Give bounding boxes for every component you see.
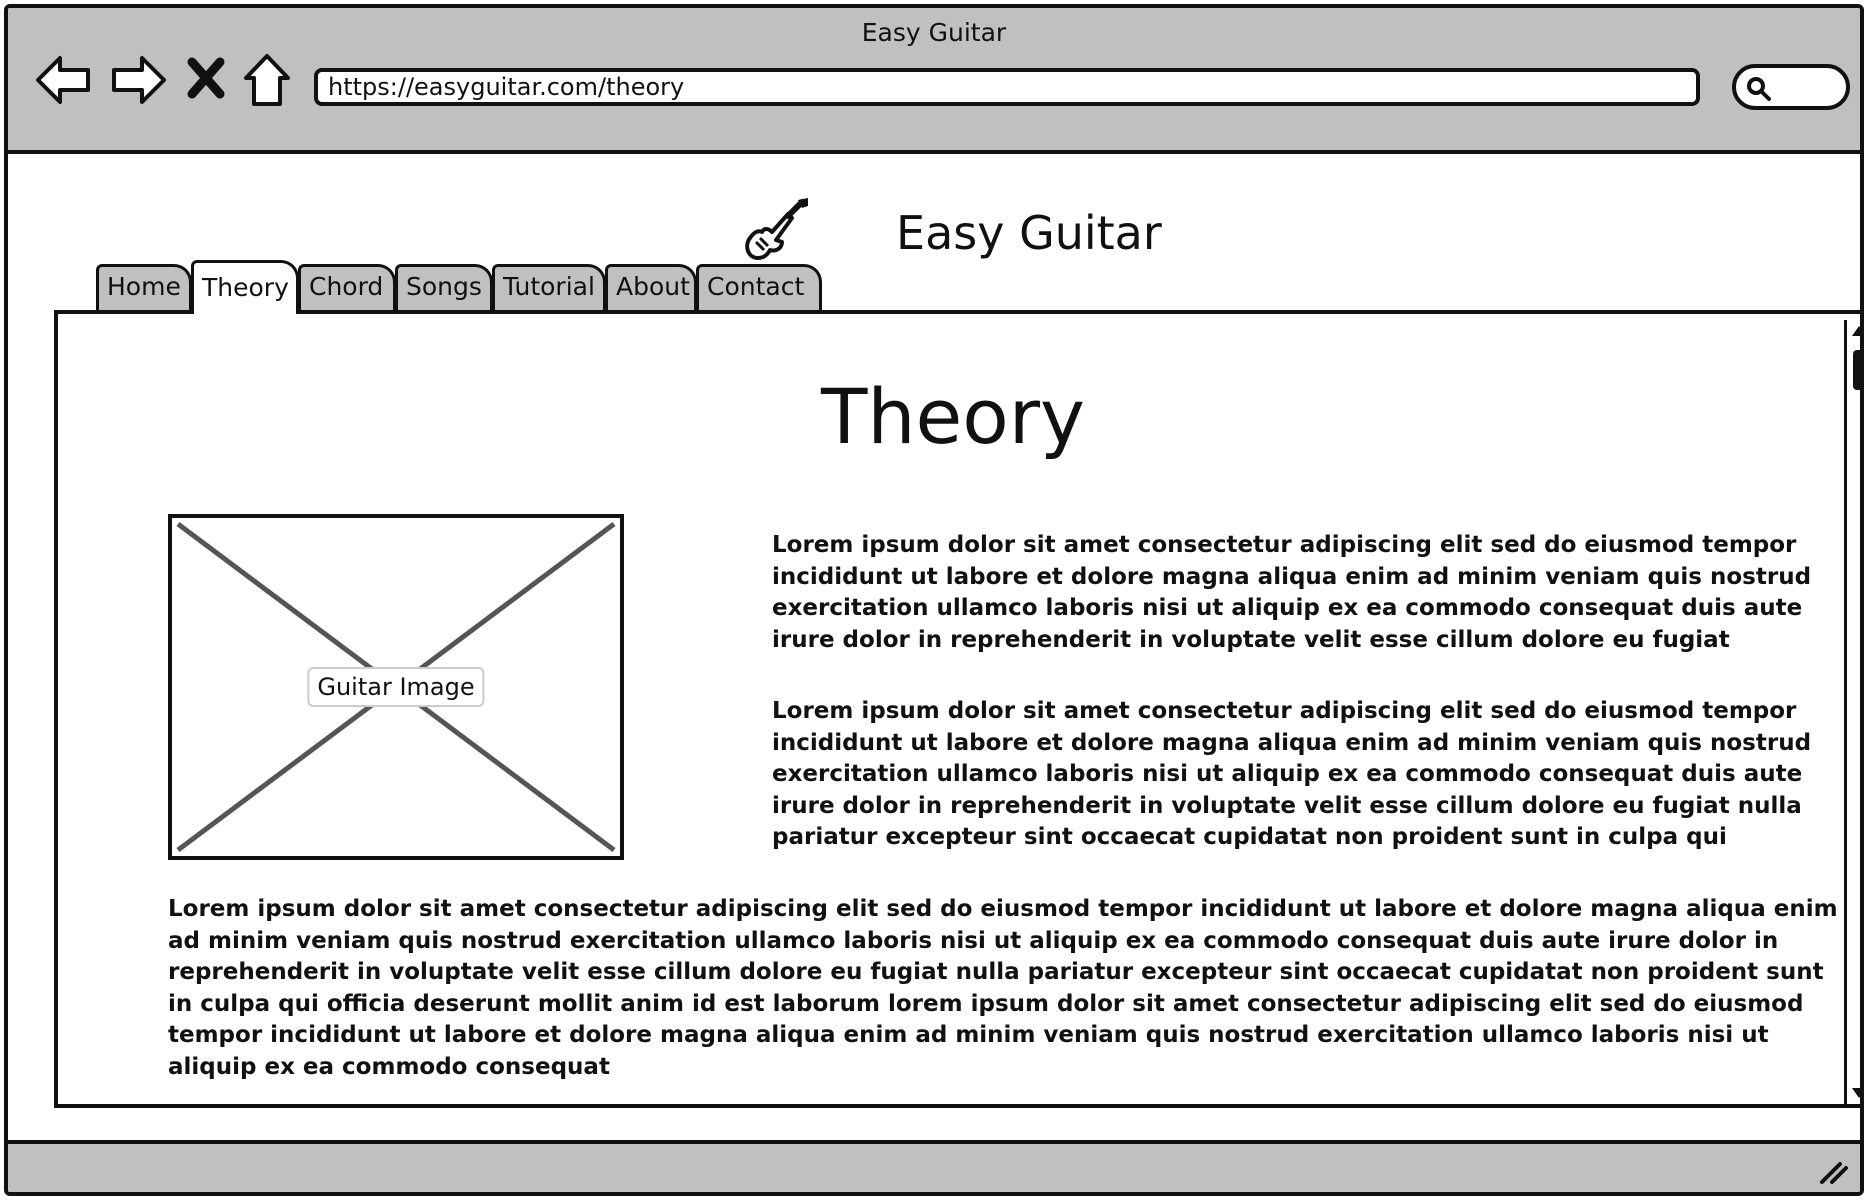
tab-tutorial[interactable]: Tutorial — [492, 264, 606, 310]
browser-chrome: Easy Guitar https://easyguitar.com/theor… — [8, 8, 1860, 154]
page-title: Theory — [820, 372, 1086, 461]
forward-arrow-icon[interactable] — [108, 50, 168, 110]
tab-contact[interactable]: Contact — [696, 264, 822, 310]
resize-grip-icon[interactable] — [1818, 1156, 1850, 1186]
tab-songs[interactable]: Songs — [395, 264, 493, 310]
back-arrow-icon[interactable] — [34, 50, 94, 110]
scroll-down-arrow-icon[interactable] — [1849, 1084, 1864, 1102]
tab-theory[interactable]: Theory — [191, 260, 299, 314]
tab-chord[interactable]: Chord — [298, 264, 396, 310]
paragraph-2: Lorem ipsum dolor sit amet consectetur a… — [772, 698, 1812, 850]
window-title: Easy Guitar — [861, 18, 1007, 47]
tab-content-panel: Theory Guitar Image Lorem ipsum dolor si… — [54, 310, 1864, 1108]
site-title: Easy Guitar — [896, 206, 1162, 260]
image-label: Guitar Image — [307, 667, 485, 707]
address-bar[interactable]: https://easyguitar.com/theory — [314, 68, 1700, 106]
vertical-scrollbar[interactable] — [1844, 320, 1864, 1104]
paragraph-1: Lorem ipsum dolor sit amet consectetur a… — [772, 532, 1812, 653]
status-bar — [8, 1140, 1860, 1192]
scroll-thumb[interactable] — [1853, 350, 1860, 390]
tab-about[interactable]: About — [605, 264, 697, 310]
scroll-up-arrow-icon[interactable] — [1849, 322, 1864, 340]
tab-home[interactable]: Home — [96, 264, 192, 310]
search-icon — [1747, 77, 1771, 101]
stop-icon[interactable] — [184, 50, 228, 110]
browser-search-field[interactable] — [1732, 64, 1850, 110]
browser-window: Easy Guitar https://easyguitar.com/theor… — [4, 4, 1864, 1196]
guitar-image-placeholder: Guitar Image — [168, 514, 624, 860]
electric-guitar-icon — [742, 198, 812, 268]
home-icon[interactable] — [240, 50, 300, 110]
paragraph-3: Lorem ipsum dolor sit amet consectetur a… — [168, 896, 1838, 1080]
